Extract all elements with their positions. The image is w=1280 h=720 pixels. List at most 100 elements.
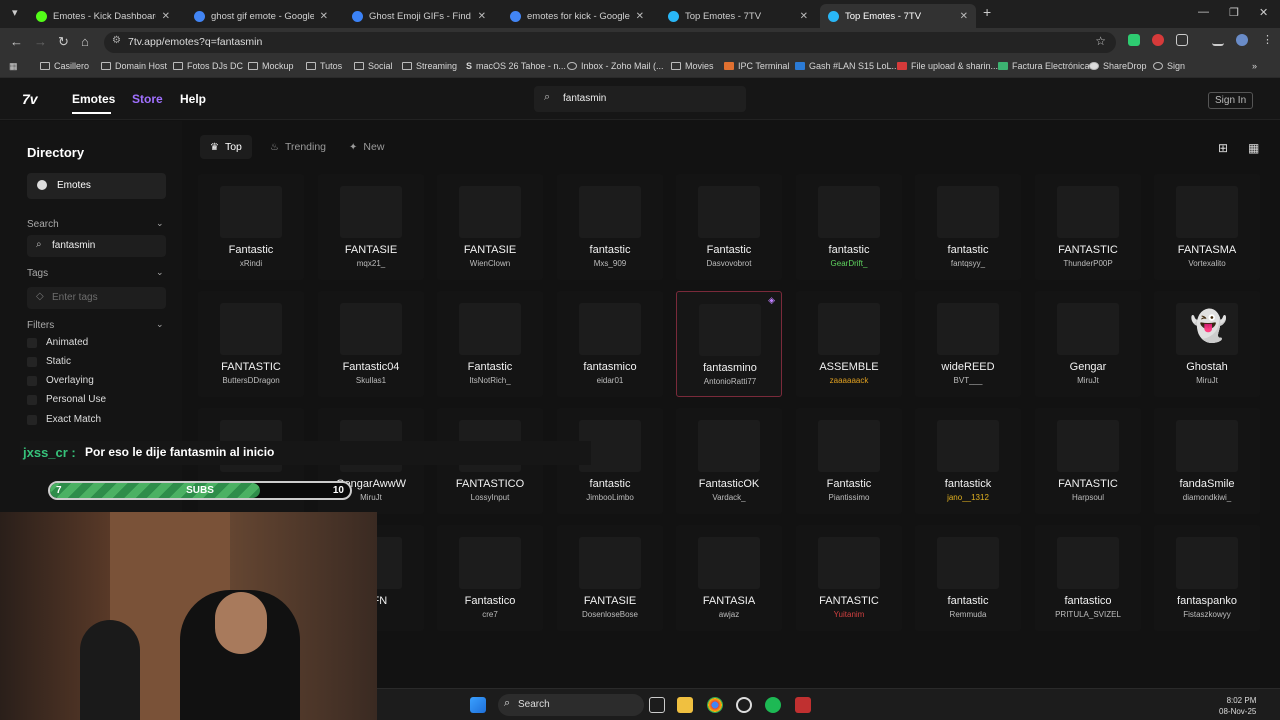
emote-author[interactable]: BVT___: [915, 376, 1021, 385]
emote-author[interactable]: jano__1312: [915, 493, 1021, 502]
emote-author[interactable]: Piantissimo: [796, 493, 902, 502]
address-bar[interactable]: ⚙ 7tv.app/emotes?q=fantasmin ☆: [104, 32, 1116, 53]
emote-author[interactable]: MiruJt: [1154, 376, 1260, 385]
close-icon[interactable]: ✕: [162, 11, 170, 22]
bookmark-item[interactable]: Inbox - Zoho Mail (...: [567, 61, 664, 71]
emote-card[interactable]: FantasticOK Vardack_: [676, 408, 782, 514]
emote-author[interactable]: PRITULA_SVIZEL: [1035, 610, 1141, 619]
bookmark-item[interactable]: Tutos: [306, 61, 342, 71]
checkbox[interactable]: [27, 356, 37, 367]
app-icon[interactable]: [795, 697, 811, 713]
emote-card[interactable]: Fantastic xRindi: [198, 174, 304, 280]
bookmark-item[interactable]: Domain Host: [101, 61, 167, 71]
browser-tab[interactable]: Ghost Emoji GIFs - Find & Share ✕: [344, 4, 494, 28]
emote-card[interactable]: FANTASIA awjaz: [676, 525, 782, 631]
emote-card[interactable]: fantastick jano__1312: [915, 408, 1021, 514]
apps-icon[interactable]: ▦: [9, 61, 18, 72]
checkbox[interactable]: [27, 394, 37, 405]
emote-author[interactable]: WienClown: [437, 259, 543, 268]
sidebar-item-emotes[interactable]: Emotes: [27, 173, 166, 199]
extension-icon[interactable]: [1152, 34, 1164, 46]
tags-input[interactable]: ◇ Enter tags: [27, 287, 166, 309]
emote-author[interactable]: Skullas1: [318, 376, 424, 385]
emote-author[interactable]: Fistaszkowyy: [1154, 610, 1260, 619]
emote-author[interactable]: xRindi: [198, 259, 304, 268]
tab-search-icon[interactable]: ▾: [12, 6, 18, 19]
reload-icon[interactable]: ↻: [58, 34, 69, 50]
tab-trending[interactable]: ♨ Trending: [260, 135, 336, 159]
checkbox[interactable]: [27, 414, 37, 425]
emote-author[interactable]: eidar01: [557, 376, 663, 385]
chrome-icon[interactable]: [707, 697, 723, 713]
close-icon[interactable]: ✕: [960, 11, 968, 22]
back-icon[interactable]: ←: [10, 34, 23, 49]
emote-author[interactable]: fantqsyy_: [915, 259, 1021, 268]
bookmark-item[interactable]: Mockup: [248, 61, 294, 71]
nav-emotes[interactable]: Emotes: [72, 92, 115, 106]
bookmark-item[interactable]: SmacOS 26 Tahoe - n...: [466, 61, 566, 71]
emote-card[interactable]: FANTASTIC Harpsoul: [1035, 408, 1141, 514]
site-info-icon[interactable]: ⚙: [112, 35, 121, 46]
emote-card[interactable]: FANTASTIC ButtersDDragon: [198, 291, 304, 397]
emote-card[interactable]: FANTASIE DosenloseBose: [557, 525, 663, 631]
bookmark-star-icon[interactable]: ☆: [1095, 34, 1106, 48]
filter-overlaying[interactable]: Overlaying: [27, 375, 94, 386]
filter-exact-match[interactable]: Exact Match: [27, 414, 101, 425]
file-explorer-icon[interactable]: [677, 697, 693, 713]
emote-author[interactable]: LossyInput: [437, 493, 543, 502]
emote-author[interactable]: mqx21_: [318, 259, 424, 268]
browser-tab[interactable]: Emotes - Kick Dashboard ✕: [28, 4, 178, 28]
emote-author[interactable]: Vortexalito: [1154, 259, 1260, 268]
emote-card[interactable]: fantastic Remmuda: [915, 525, 1021, 631]
chevron-down-icon[interactable]: ⌄: [156, 218, 164, 229]
emote-card[interactable]: Fantastic ItsNotRich_: [437, 291, 543, 397]
close-icon[interactable]: ✕: [478, 11, 486, 22]
compact-grid-icon[interactable]: ▦: [1248, 141, 1259, 155]
nav-help[interactable]: Help: [180, 92, 206, 106]
system-clock[interactable]: 8:02 PM 08-Nov-25: [1219, 695, 1256, 717]
emote-card[interactable]: Fantastic Piantissimo: [796, 408, 902, 514]
filter-static[interactable]: Static: [27, 356, 71, 367]
emote-card[interactable]: fantasmino AntonioRatti77 ◈: [676, 291, 782, 397]
emote-card[interactable]: fantastic Mxs_909: [557, 174, 663, 280]
more-bookmarks-icon[interactable]: »: [1252, 61, 1257, 71]
emote-card[interactable]: fantastic fantqsyy_: [915, 174, 1021, 280]
emote-author[interactable]: Remmuda: [915, 610, 1021, 619]
emote-author[interactable]: AntonioRatti77: [677, 377, 783, 386]
emote-card[interactable]: fantastico PRITULA_SVIZEL: [1035, 525, 1141, 631]
checkbox[interactable]: [27, 337, 37, 348]
emote-author[interactable]: Dasvovobrot: [676, 259, 782, 268]
grid-view-icon[interactable]: ⊞: [1218, 141, 1228, 155]
bookmark-item[interactable]: Gash #LAN S15 LoL...: [795, 61, 899, 71]
tab-new[interactable]: ✦ New: [339, 135, 394, 159]
emote-author[interactable]: Harpsoul: [1035, 493, 1141, 502]
emote-card[interactable]: wideREED BVT___: [915, 291, 1021, 397]
chevron-down-icon[interactable]: ⌄: [156, 319, 164, 330]
7tv-logo[interactable]: 7v: [22, 91, 38, 107]
browser-tab[interactable]: Top Emotes - 7TV ✕: [660, 4, 816, 28]
new-tab-icon[interactable]: +: [983, 4, 991, 20]
emote-author[interactable]: Vardack_: [676, 493, 782, 502]
tab-top[interactable]: ♛ Top: [200, 135, 252, 159]
filter-personal-use[interactable]: Personal Use: [27, 394, 106, 405]
emote-author[interactable]: Mxs_909: [557, 259, 663, 268]
browser-tab[interactable]: emotes for kick - Google Search ✕: [502, 4, 652, 28]
emote-card[interactable]: fantaspanko Fistaszkowyy: [1154, 525, 1260, 631]
bookmark-item[interactable]: Casillero: [40, 61, 89, 71]
download-icon[interactable]: [1212, 34, 1224, 46]
emote-author[interactable]: DosenloseBose: [557, 610, 663, 619]
filter-animated[interactable]: Animated: [27, 337, 88, 348]
spotify-icon[interactable]: [765, 697, 781, 713]
close-icon[interactable]: ✕: [800, 11, 808, 22]
sidebar-search-input[interactable]: ⌕ fantasmin: [27, 235, 166, 257]
emote-card[interactable]: FANTASTIC ThunderP00P: [1035, 174, 1141, 280]
emote-card[interactable]: Fantastic04 Skullas1: [318, 291, 424, 397]
close-icon[interactable]: ✕: [320, 11, 328, 22]
emote-card[interactable]: Fantastico cre7: [437, 525, 543, 631]
emote-card[interactable]: fantastic GearDrift_: [796, 174, 902, 280]
bookmark-item[interactable]: Factura Electrónica: [998, 61, 1090, 71]
emote-author[interactable]: JimbooLimbo: [557, 493, 663, 502]
obs-icon[interactable]: [736, 697, 752, 713]
maximize-icon[interactable]: ❐: [1229, 6, 1239, 19]
emote-card[interactable]: fantasmico eidar01: [557, 291, 663, 397]
